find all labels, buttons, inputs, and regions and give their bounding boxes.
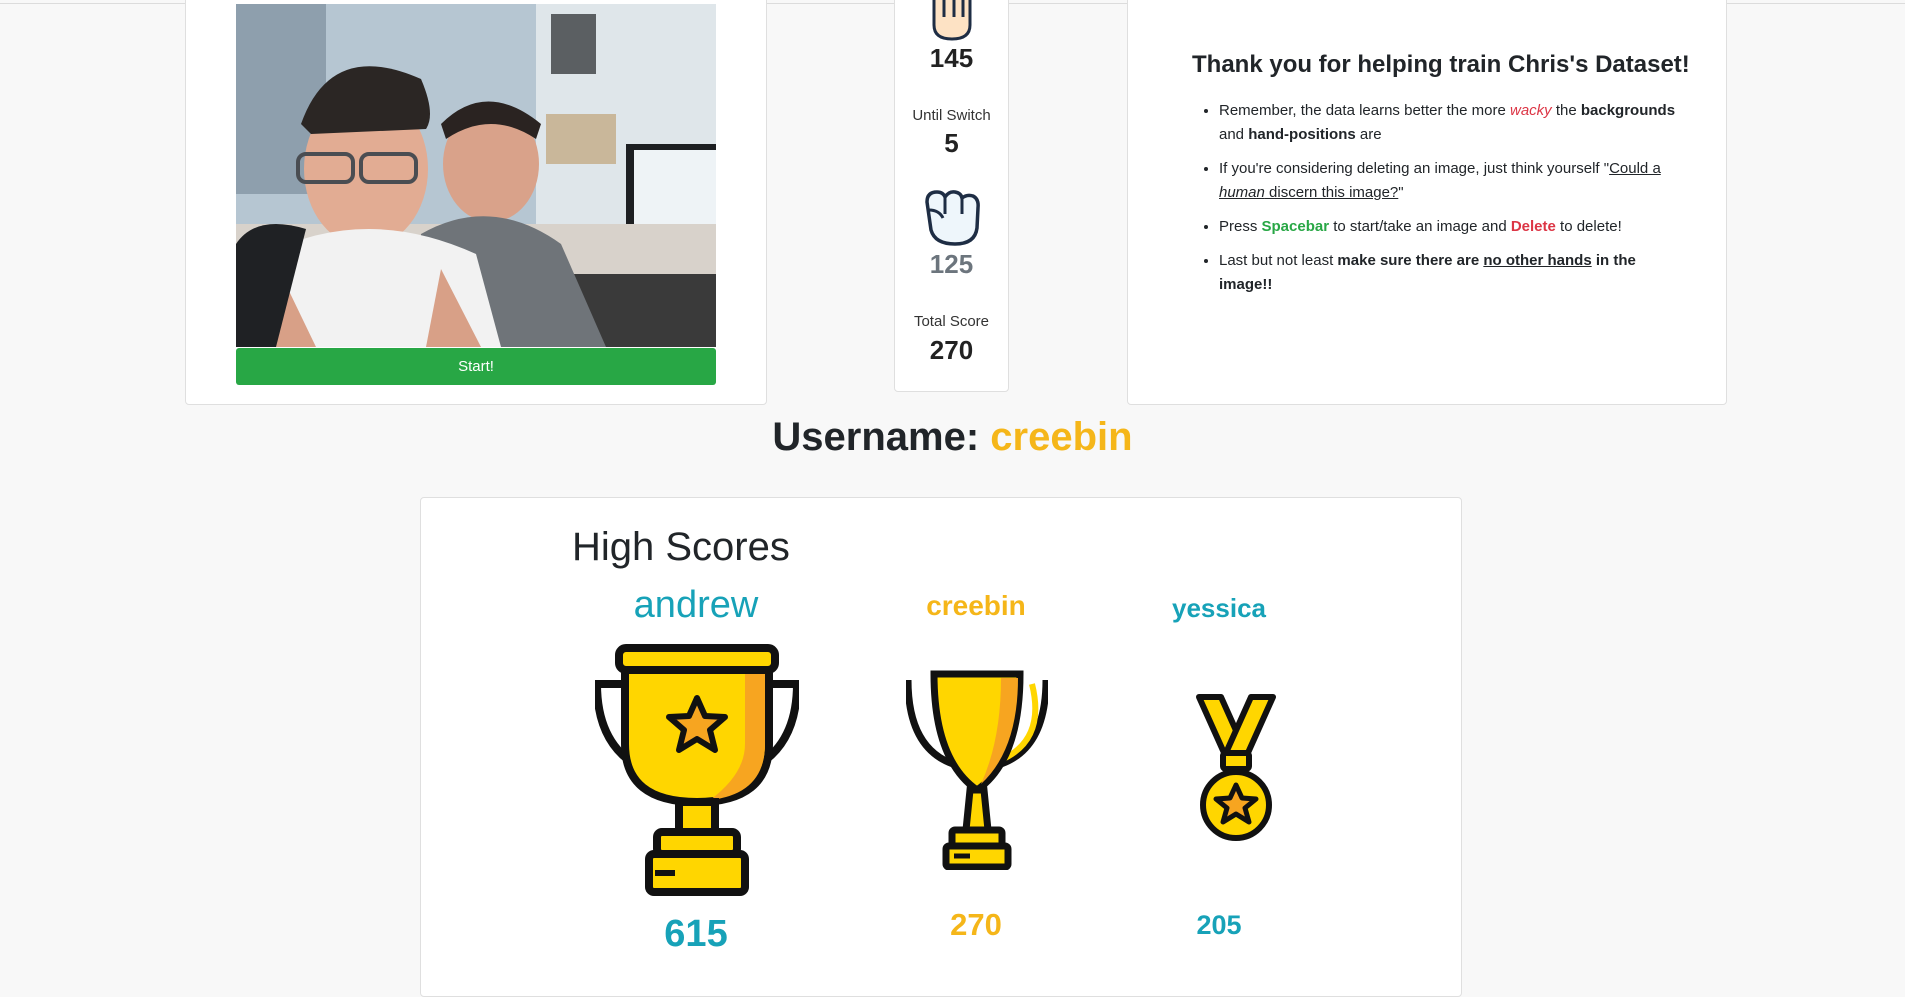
username-value: creebin xyxy=(990,415,1133,459)
open-hand-icon xyxy=(932,0,972,41)
third-place-score: 205 xyxy=(1196,910,1242,940)
first-place-name: andrew xyxy=(633,584,759,626)
second-place-name: creebin xyxy=(926,590,1026,621)
medal-icon xyxy=(1196,694,1276,841)
large-trophy-icon xyxy=(595,644,799,896)
total-score-value: 270 xyxy=(929,335,974,365)
until-switch-value: 5 xyxy=(944,128,959,158)
tip-item: If you're considering deleting an image,… xyxy=(1219,157,1689,205)
tip-item: Remember, the data learns better the mor… xyxy=(1219,99,1689,147)
open-hand-count: 145 xyxy=(929,43,974,73)
instructions-card: Thank you for helping train Chris's Data… xyxy=(1127,0,1727,405)
tip-item: Last but not least make sure there are n… xyxy=(1219,249,1689,297)
first-place-score: 615 xyxy=(664,913,728,955)
high-scores-title: High Scores xyxy=(572,525,790,569)
score-panel: 145 Until Switch 5 125 Total Score 270 xyxy=(894,0,1009,392)
start-button[interactable]: Start! xyxy=(236,348,716,385)
instructions-title: Thank you for helping train Chris's Data… xyxy=(1192,51,1690,78)
until-switch-label: Until Switch xyxy=(912,107,991,124)
webcam-feed xyxy=(236,4,716,347)
username-label: Username: xyxy=(772,415,991,459)
fist-icon xyxy=(925,190,980,246)
third-place-name: yessica xyxy=(1172,593,1266,623)
total-score-label: Total Score xyxy=(913,313,990,330)
cup-trophy-icon xyxy=(906,670,1048,870)
fist-count: 125 xyxy=(929,249,974,279)
tip-item: Press Spacebar to start/take an image an… xyxy=(1219,215,1689,239)
webcam-card: Start! xyxy=(185,0,767,405)
username-heading: Username: creebin xyxy=(0,415,1905,460)
tips-list: Remember, the data learns better the mor… xyxy=(1192,99,1689,307)
high-scores-card: High Scores andrew 615 creebin 270 yessi… xyxy=(420,497,1462,997)
second-place-score: 270 xyxy=(950,907,1002,942)
